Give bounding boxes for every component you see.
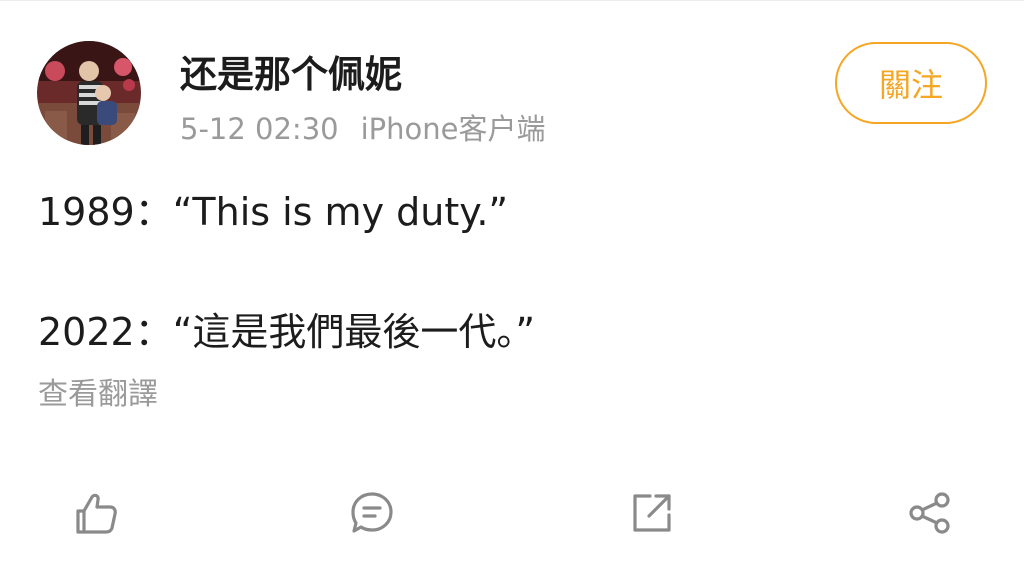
view-translation-link[interactable]: 查看翻譯 (38, 375, 158, 415)
avatar-photo (37, 41, 141, 145)
avatar[interactable] (37, 41, 141, 145)
post-time: 5-12 02:30 (180, 112, 339, 146)
comment-button[interactable] (346, 487, 398, 539)
post-source: iPhone客户端 (360, 112, 546, 146)
post-card: 还是那个佩妮 5-12 02:30 iPhone客户端 關注 1989：“This… (0, 0, 1024, 576)
share-button[interactable] (904, 487, 956, 539)
post-meta: 5-12 02:30 iPhone客户端 (180, 109, 546, 149)
follow-button[interactable]: 關注 (835, 42, 987, 124)
username[interactable]: 还是那个佩妮 (180, 53, 402, 97)
like-button[interactable] (70, 487, 122, 539)
thumbs-up-icon (76, 493, 117, 534)
comment-icon (351, 492, 393, 533)
post-text-line-1: 1989：“This is my duty.” (38, 190, 509, 234)
post-text-line-2: 2022：“這是我們最後一代。” (38, 310, 536, 354)
repost-icon (633, 494, 671, 532)
share-icon (909, 492, 950, 534)
repost-button[interactable] (626, 487, 678, 539)
